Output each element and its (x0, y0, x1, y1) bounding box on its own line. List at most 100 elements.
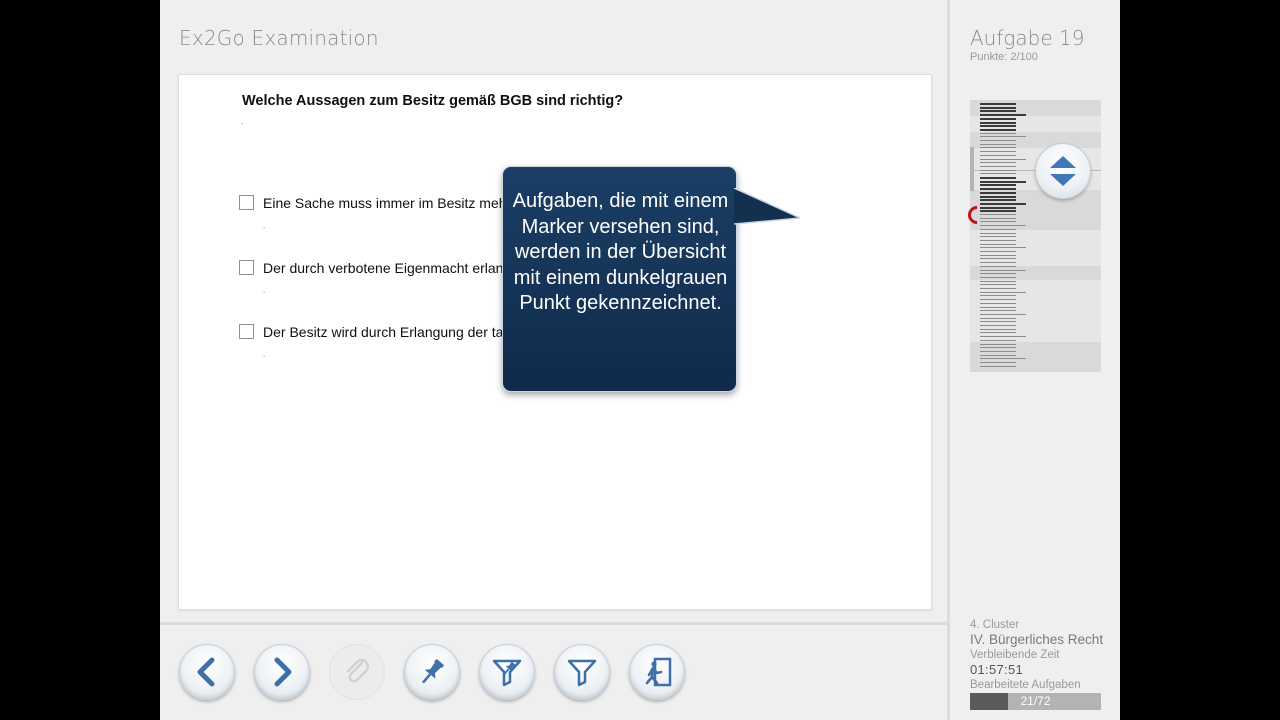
filter-marked-button[interactable] (479, 644, 535, 700)
filter-icon (567, 659, 597, 687)
exit-button[interactable] (629, 644, 685, 700)
chevron-left-icon (197, 657, 215, 687)
overview-task-line (980, 347, 1016, 349)
spacer-dot: . (263, 221, 266, 230)
overview-task-line (980, 273, 1016, 275)
paperclip-icon (346, 658, 370, 683)
answer-checkbox[interactable] (239, 324, 254, 339)
overview-task-line (980, 110, 1016, 113)
overview-task-line (980, 299, 1016, 301)
overview-task-line (980, 173, 1016, 175)
overview-task-line (980, 195, 1016, 198)
overview-task-line (980, 128, 1016, 131)
forward-button[interactable] (254, 644, 310, 700)
overview-task-line (980, 169, 1016, 171)
task-number-title: Aufgabe 19 (970, 26, 1085, 50)
marker-button[interactable] (404, 644, 460, 700)
overview-task-line (980, 343, 1016, 345)
overview-task-line (980, 177, 1016, 179)
overview-task-line (980, 158, 1026, 160)
exit-icon (645, 657, 672, 687)
overview-task-line (980, 151, 1016, 153)
overview-task-line (980, 114, 1026, 117)
overview-task-line (980, 184, 1016, 187)
overview-task-line (980, 125, 1016, 128)
overview-task-line (980, 265, 1016, 267)
progress-label: Bearbeitete Aufgaben (970, 679, 1081, 691)
overview-task-line (980, 362, 1016, 363)
remaining-time-value: 01:57:51 (970, 662, 1024, 677)
overview-task-line (980, 232, 1016, 234)
overview-scroll-thumb[interactable] (970, 147, 974, 191)
attachment-button[interactable] (329, 644, 385, 700)
chevron-right-icon (274, 657, 292, 687)
progress-text: 21/72 (1020, 694, 1051, 708)
overview-task-line (980, 269, 1026, 271)
spacer-dot: . (263, 286, 266, 295)
overview-task-line (980, 136, 1026, 138)
overview-task-line (980, 358, 1026, 360)
task-overview-map[interactable] (970, 100, 1101, 372)
overview-task-line (980, 350, 1016, 352)
overview-task-line (980, 117, 1016, 120)
toolbar-divider (160, 622, 947, 625)
cluster-label: 4. Cluster (970, 619, 1020, 631)
overview-task-line (980, 336, 1026, 338)
answer-checkbox[interactable] (239, 195, 254, 210)
overview-task-line (980, 276, 1016, 278)
overview-task-line (980, 180, 1026, 183)
spacer-dot: . (241, 117, 244, 126)
back-button[interactable] (179, 644, 235, 700)
overview-task-line (980, 262, 1016, 264)
overview-task-line (980, 165, 1016, 167)
overview-task-line (980, 188, 1016, 191)
overview-task-line (980, 328, 1016, 330)
overview-task-line (980, 162, 1016, 164)
progress-bar: 21/72 (970, 693, 1101, 710)
overview-task-line (980, 221, 1016, 223)
callout-pointer (734, 188, 800, 225)
overview-task-line (980, 302, 1016, 304)
tutorial-callout: Aufgaben, die mit einem Marker versehen … (502, 166, 737, 392)
overview-task-line (980, 354, 1016, 356)
overview-task-line (980, 332, 1016, 334)
overview-task-line (980, 202, 1026, 205)
overview-task-line (980, 325, 1016, 326)
overview-task-line (980, 191, 1016, 194)
overview-task-line (980, 228, 1016, 230)
overview-task-line (980, 295, 1016, 297)
overview-task-line (980, 280, 1016, 282)
panel-divider (947, 0, 950, 720)
overview-task-line (980, 258, 1016, 260)
filter-button[interactable] (554, 644, 610, 700)
overview-task-line (980, 243, 1016, 245)
app-title: Ex2Go Examination (179, 26, 379, 50)
overview-task-line (980, 140, 1016, 141)
overview-task-line (980, 284, 1016, 286)
overview-task-line (980, 103, 1016, 105)
overview-task-line (980, 106, 1016, 109)
overview-task-line (980, 206, 1016, 209)
overview-task-line (980, 291, 1026, 293)
spacer-dot: . (263, 350, 266, 359)
callout-text: Aufgaben, die mit einem Marker versehen … (512, 190, 729, 315)
overview-task-line (980, 306, 1016, 308)
overview-task-line (980, 143, 1016, 145)
overview-task-line (980, 288, 1016, 289)
overview-task-line (980, 132, 1016, 134)
overview-task-line (980, 251, 1016, 252)
points-label: Punkte: 2/100 (970, 51, 1038, 63)
overview-scroll-button[interactable] (1035, 143, 1091, 199)
remaining-time-label: Verbleibende Zeit (970, 649, 1060, 661)
filter-pin-icon (492, 659, 522, 687)
overview-task-line (980, 254, 1016, 256)
overview-task-line (980, 310, 1016, 312)
answer-checkbox[interactable] (239, 260, 254, 275)
question-text: Welche Aussagen zum Besitz gemäß BGB sin… (242, 93, 624, 109)
pushpin-icon (422, 659, 444, 684)
overview-task-line (980, 147, 1016, 149)
overview-task-line (980, 339, 1016, 341)
overview-task-line (980, 154, 1016, 156)
up-down-arrows-icon (1050, 156, 1076, 186)
overview-task-line (980, 239, 1016, 241)
